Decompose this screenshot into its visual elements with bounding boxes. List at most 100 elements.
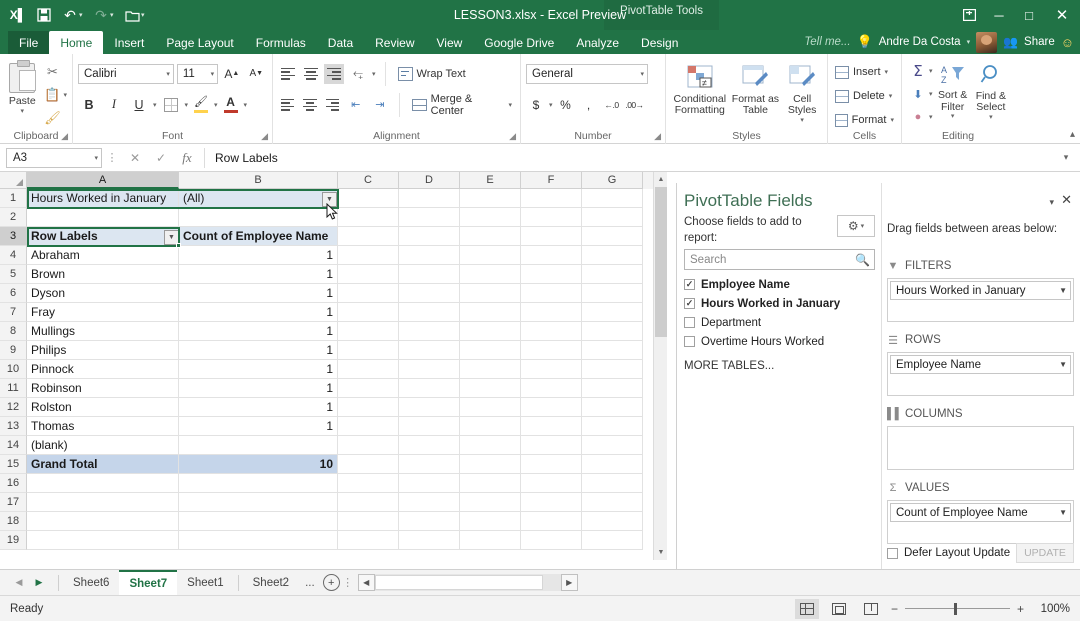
field-search-input[interactable]: Search 🔍 [684, 249, 875, 270]
cell-g5[interactable] [582, 265, 643, 284]
cell-f3[interactable] [521, 227, 582, 246]
cell-d7[interactable] [399, 303, 460, 322]
avatar[interactable] [976, 31, 998, 53]
cell-a12[interactable]: Rolston [27, 398, 179, 417]
cell-b17[interactable] [179, 493, 338, 512]
gear-dropdown-icon[interactable]: ▾ [861, 222, 865, 230]
cell-b1[interactable]: (All) [179, 189, 338, 208]
tab-analyze[interactable]: Analyze [565, 31, 630, 54]
cell-b9[interactable]: 1 [179, 341, 338, 360]
row-header-5[interactable]: 5 [0, 265, 27, 284]
cell-d13[interactable] [399, 417, 460, 436]
scroll-right-icon[interactable]: ▶ [560, 574, 578, 591]
accounting-format-button[interactable]: $ [526, 95, 546, 115]
row-header-13[interactable]: 13 [0, 417, 27, 436]
cell-e10[interactable] [460, 360, 521, 379]
cell-c9[interactable] [338, 341, 399, 360]
cell-f6[interactable] [521, 284, 582, 303]
decrease-indent-button[interactable]: ⇤ [345, 94, 366, 116]
cell-c8[interactable] [338, 322, 399, 341]
cell-c2[interactable] [338, 208, 399, 227]
row-header-7[interactable]: 7 [0, 303, 27, 322]
area-values-box[interactable]: Count of Employee Name ▼ [887, 500, 1074, 544]
cell-c6[interactable] [338, 284, 399, 303]
checkbox-checked-icon[interactable]: ✓ [684, 279, 695, 290]
zoom-in-icon[interactable]: + [1017, 602, 1024, 616]
cell-a2[interactable] [27, 208, 179, 227]
cell-a15-grand-total[interactable]: Grand Total [27, 455, 179, 474]
cell-d3[interactable] [399, 227, 460, 246]
save-icon[interactable] [32, 3, 56, 27]
cell-e15[interactable] [460, 455, 521, 474]
font-color-button[interactable]: A [221, 94, 241, 116]
copy-dropdown-icon[interactable]: ▾ [63, 91, 67, 99]
cell-g8[interactable] [582, 322, 643, 341]
cell-e17[interactable] [460, 493, 521, 512]
cell-e4[interactable] [460, 246, 521, 265]
sheet-tab-sheet7[interactable]: Sheet7 [119, 570, 178, 595]
cell-a6[interactable]: Dyson [27, 284, 179, 303]
format-cells-button[interactable]: Format ▾ [833, 108, 896, 132]
grid[interactable]: A B C D E F G 1 Hours Worked in January … [0, 172, 667, 560]
cell-a8[interactable]: Mullings [27, 322, 179, 341]
cell-g3[interactable] [582, 227, 643, 246]
cell-f1[interactable] [521, 189, 582, 208]
cell-c16[interactable] [338, 474, 399, 493]
cell-f8[interactable] [521, 322, 582, 341]
cell-f9[interactable] [521, 341, 582, 360]
cell-f10[interactable] [521, 360, 582, 379]
chip-dropdown-icon[interactable]: ▼ [1059, 508, 1067, 517]
row-header-1[interactable]: 1 [0, 189, 27, 208]
tab-formulas[interactable]: Formulas [245, 31, 317, 54]
cell-c17[interactable] [338, 493, 399, 512]
cell-d10[interactable] [399, 360, 460, 379]
cell-a16[interactable] [27, 474, 179, 493]
paste-dropdown-icon[interactable]: ▾ [20, 108, 24, 116]
row-header-17[interactable]: 17 [0, 493, 27, 512]
tab-review[interactable]: Review [364, 31, 425, 54]
cell-g10[interactable] [582, 360, 643, 379]
cell-e2[interactable] [460, 208, 521, 227]
delete-cells-button[interactable]: Delete ▾ [833, 84, 896, 108]
cell-a7[interactable]: Fray [27, 303, 179, 322]
row-header-3[interactable]: 3 [0, 227, 27, 246]
paste-button[interactable]: Paste ▾ [5, 59, 39, 121]
scroll-left-icon[interactable]: ◀ [357, 574, 375, 591]
cell-g14[interactable] [582, 436, 643, 455]
fill-icon[interactable]: ⬇ [907, 83, 929, 105]
cell-f14[interactable] [521, 436, 582, 455]
cell-g1[interactable] [582, 189, 643, 208]
cell-d17[interactable] [399, 493, 460, 512]
cell-b3-count-header[interactable]: Count of Employee Name [179, 227, 338, 246]
cell-c11[interactable] [338, 379, 399, 398]
cell-f2[interactable] [521, 208, 582, 227]
field-item-hours-worked-in-january[interactable]: ✓ Hours Worked in January [684, 294, 875, 313]
row-header-2[interactable]: 2 [0, 208, 27, 227]
tab-data[interactable]: Data [317, 31, 364, 54]
cell-b2[interactable] [179, 208, 338, 227]
cell-c15[interactable] [338, 455, 399, 474]
cell-g13[interactable] [582, 417, 643, 436]
normal-view-button[interactable] [794, 598, 819, 619]
merge-dropdown-icon[interactable]: ▾ [509, 101, 513, 109]
ribbon-display-options-icon[interactable] [954, 0, 984, 30]
column-header-d[interactable]: D [399, 172, 460, 189]
cell-g7[interactable] [582, 303, 643, 322]
cell-a17[interactable] [27, 493, 179, 512]
next-sheet-icon[interactable]: ▶ [30, 573, 48, 593]
cell-d8[interactable] [399, 322, 460, 341]
scroll-up-icon[interactable]: ▲ [654, 172, 667, 187]
cell-c19[interactable] [338, 531, 399, 550]
find-select-button[interactable]: Find & Select ▾ [973, 60, 1009, 122]
account-dropdown-icon[interactable]: ▾ [967, 38, 971, 46]
format-painter-icon[interactable]: 🖌 [41, 107, 63, 129]
column-header-b[interactable]: B [179, 172, 338, 189]
field-chip-count-of-employee-name[interactable]: Count of Employee Name ▼ [890, 503, 1071, 522]
cell-e14[interactable] [460, 436, 521, 455]
cell-d16[interactable] [399, 474, 460, 493]
cell-d19[interactable] [399, 531, 460, 550]
formula-bar-grip[interactable]: ⋮ [102, 151, 122, 164]
formula-input[interactable]: Row Labels [204, 147, 1058, 168]
chip-dropdown-icon[interactable]: ▼ [1059, 286, 1067, 295]
clear-icon[interactable]: ● [907, 106, 929, 128]
